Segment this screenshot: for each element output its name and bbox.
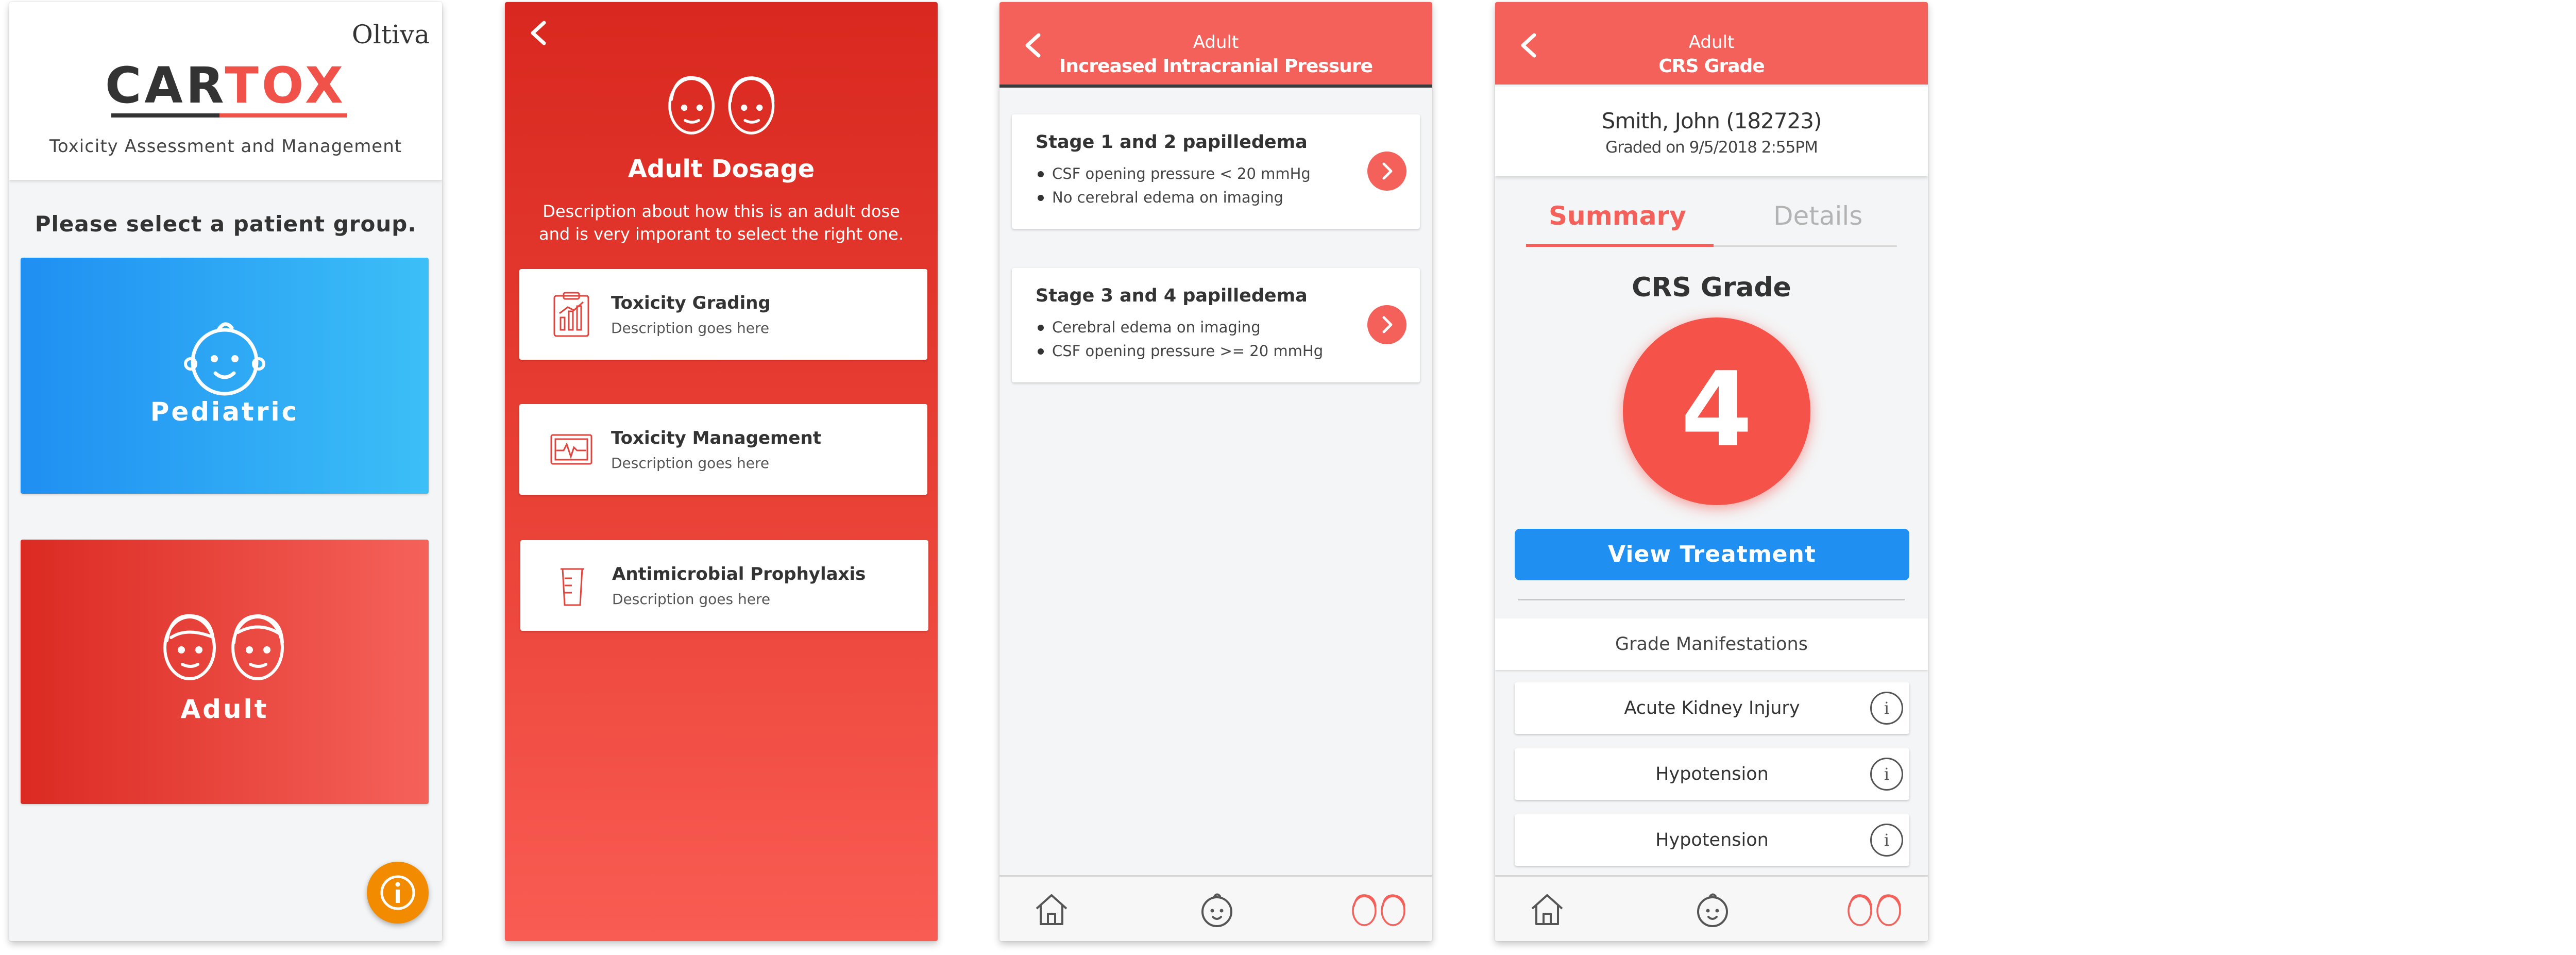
- stage-title: Stage 3 and 4 papilledema: [1036, 286, 1308, 306]
- info-button[interactable]: [367, 862, 429, 924]
- header-subtitle: Adult: [1193, 32, 1239, 53]
- clipboard-chart-icon: [553, 292, 589, 337]
- page-header: Adult Increased Intracranial Pressure: [999, 2, 1432, 85]
- manifestation-name: Hypotension: [1655, 830, 1769, 850]
- menu-title: Toxicity Grading: [611, 293, 771, 313]
- graded-timestamp: Graded on 9/5/2018 2:55PM: [1605, 138, 1818, 157]
- active-tab-indicator: [1526, 244, 1714, 247]
- divider: [1518, 599, 1905, 600]
- pediatric-card[interactable]: Pediatric: [21, 258, 429, 494]
- chevron-right-icon: [1382, 316, 1393, 333]
- brand-name: Oltiva: [351, 20, 430, 49]
- info-icon: [380, 875, 415, 910]
- medicine-cup-icon: [561, 568, 584, 606]
- app-tagline: Toxicity Assessment and Management: [49, 136, 402, 157]
- criteria-item: No cerebral edema on imaging: [1036, 186, 1311, 209]
- chevron-right-button[interactable]: [1367, 305, 1406, 344]
- page-title: Adult Dosage: [628, 155, 815, 183]
- adults-faces-icon[interactable]: [1350, 891, 1408, 927]
- home-icon[interactable]: [1032, 891, 1071, 927]
- patient-info: Smith, John (182723) Graded on 9/5/2018 …: [1495, 87, 1928, 176]
- baby-face-icon[interactable]: [1693, 890, 1732, 929]
- stage-card[interactable]: Stage 3 and 4 papilledema Cerebral edema…: [1012, 268, 1420, 382]
- chevron-right-icon: [1382, 162, 1393, 180]
- manifestation-item[interactable]: Acute Kidney Injury i: [1515, 682, 1909, 734]
- manifestations-header: Grade Manifestations: [1495, 618, 1928, 670]
- menu-title: Toxicity Management: [611, 428, 821, 448]
- tab-details[interactable]: Details: [1773, 201, 1862, 231]
- logo-underline: [111, 113, 347, 118]
- adults-faces-icon: [668, 76, 775, 135]
- manifestation-item[interactable]: Hypotension i: [1515, 814, 1909, 866]
- header-title: Increased Intracranial Pressure: [1059, 56, 1373, 77]
- back-chevron-icon[interactable]: [526, 18, 551, 48]
- manifestation-name: Acute Kidney Injury: [1624, 698, 1800, 718]
- stage-criteria-list: CSF opening pressure < 20 mmHg No cerebr…: [1036, 162, 1311, 209]
- manifestations-title: Grade Manifestations: [1615, 634, 1808, 655]
- manifestation-item[interactable]: Hypotension i: [1515, 748, 1909, 800]
- menu-toxicity-grading[interactable]: Toxicity Grading Description goes here: [519, 269, 927, 360]
- stage-title: Stage 1 and 2 papilledema: [1036, 132, 1308, 153]
- menu-title: Antimicrobial Prophylaxis: [612, 564, 866, 584]
- header-subtitle: Adult: [1688, 32, 1735, 53]
- menu-description: Description goes here: [612, 591, 771, 608]
- adult-label: Adult: [180, 694, 269, 724]
- pediatric-label: Pediatric: [150, 397, 299, 427]
- header-title: CRS Grade: [1658, 56, 1765, 77]
- app-logo: CARTOX: [9, 57, 442, 114]
- monitor-pulse-icon: [550, 434, 592, 465]
- info-icon[interactable]: i: [1870, 692, 1903, 725]
- crs-grade-screen: Adult CRS Grade Smith, John (182723) Gra…: [1495, 2, 1928, 941]
- home-icon[interactable]: [1528, 891, 1566, 927]
- patient-group-screen: Oltiva CARTOX Toxicity Assessment and Ma…: [9, 2, 442, 941]
- baby-face-icon[interactable]: [1197, 890, 1236, 929]
- info-icon[interactable]: i: [1870, 758, 1903, 791]
- menu-antimicrobial-prophylaxis[interactable]: Antimicrobial Prophylaxis Description go…: [520, 540, 928, 631]
- criteria-item: CSF opening pressure >= 20 mmHg: [1036, 339, 1323, 363]
- logo-car-text: CAR: [105, 57, 225, 114]
- grade-badge: 4: [1623, 317, 1810, 505]
- bottom-nav: [999, 875, 1432, 941]
- intracranial-pressure-screen: Adult Increased Intracranial Pressure St…: [999, 2, 1432, 941]
- info-icon[interactable]: i: [1870, 824, 1903, 857]
- page-description: Description about how this is an adult d…: [538, 202, 904, 244]
- grade-value: 4: [1681, 350, 1753, 470]
- menu-description: Description goes here: [611, 455, 770, 472]
- menu-toxicity-management[interactable]: Toxicity Management Description goes her…: [519, 404, 927, 495]
- logo-tox-text: TOX: [225, 57, 347, 114]
- grade-label: CRS Grade: [1632, 272, 1791, 303]
- page-header: Adult CRS Grade: [1495, 2, 1928, 85]
- baby-face-icon: [184, 322, 265, 396]
- stage-criteria-list: Cerebral edema on imaging CSF opening pr…: [1036, 315, 1323, 363]
- stage-card[interactable]: Stage 1 and 2 papilledema CSF opening pr…: [1012, 114, 1420, 229]
- view-treatment-button[interactable]: View Treatment: [1515, 529, 1909, 580]
- adult-card[interactable]: Adult: [21, 540, 429, 804]
- manifestation-name: Hypotension: [1655, 764, 1769, 784]
- tab-summary[interactable]: Summary: [1549, 201, 1686, 231]
- select-group-prompt: Please select a patient group.: [35, 211, 417, 237]
- adults-faces-icon: [163, 614, 284, 680]
- adult-dosage-screen: Adult Dosage Description about how this …: [505, 2, 938, 941]
- app-header: Oltiva CARTOX Toxicity Assessment and Ma…: [9, 2, 442, 180]
- criteria-item: CSF opening pressure < 20 mmHg: [1036, 162, 1311, 186]
- patient-name: Smith, John (182723): [1601, 108, 1822, 133]
- menu-description: Description goes here: [611, 320, 770, 337]
- header-divider: [999, 85, 1432, 88]
- criteria-item: Cerebral edema on imaging: [1036, 315, 1323, 339]
- bottom-nav: [1495, 875, 1928, 941]
- chevron-right-button[interactable]: [1367, 152, 1406, 191]
- adults-faces-icon[interactable]: [1845, 891, 1903, 927]
